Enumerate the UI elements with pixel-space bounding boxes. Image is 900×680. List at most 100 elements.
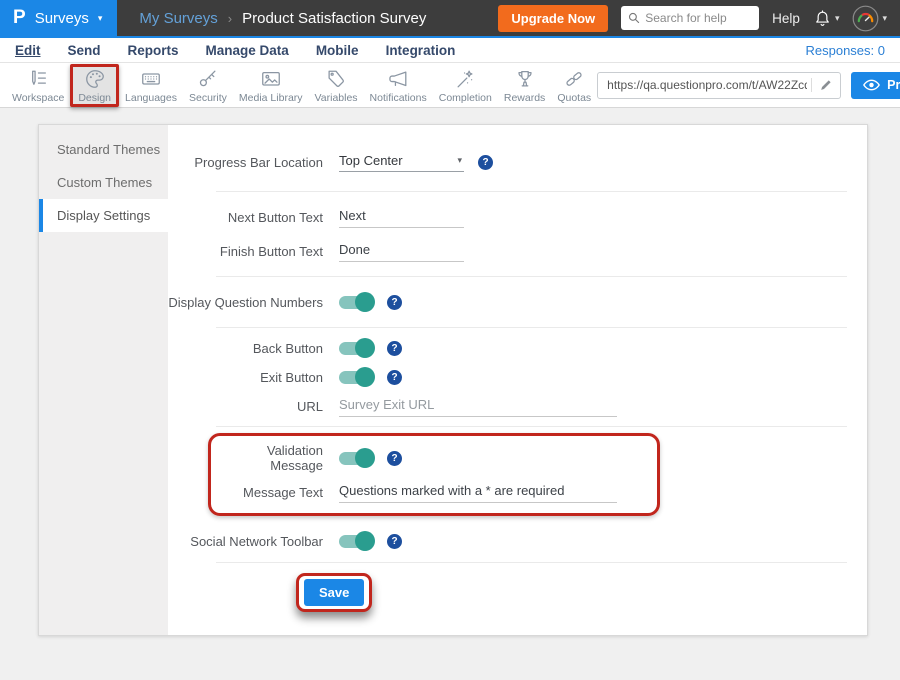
toolbar-label: Rewards <box>504 92 545 104</box>
validation-annotation-box: Validation Message ? Message Text <box>208 433 660 516</box>
eye-icon <box>863 79 880 91</box>
progress-bar-location-select[interactable]: Top Center ▾ <box>339 153 464 172</box>
finish-button-text-input[interactable] <box>339 240 464 262</box>
search-icon <box>628 11 640 25</box>
tab-reports[interactable]: Reports <box>128 43 179 58</box>
toolbar-label: Completion <box>439 92 492 104</box>
chevron-down-icon: ▾ <box>457 156 462 165</box>
breadcrumb: My Surveys › Product Satisfaction Survey <box>139 10 426 27</box>
back-button-label: Back Button <box>168 341 323 356</box>
toolbar-item-quotas[interactable]: Quotas <box>551 65 597 106</box>
bell-icon <box>813 9 832 28</box>
help-icon[interactable]: ? <box>387 295 402 310</box>
product-menu[interactable]: P Surveys ▾ <box>0 0 117 36</box>
survey-url-input[interactable] <box>607 78 807 92</box>
toolbar-item-completion[interactable]: Completion <box>433 65 498 106</box>
help-icon[interactable]: ? <box>387 370 402 385</box>
design-palette-icon <box>84 68 106 90</box>
selected-value: Top Center <box>339 153 403 168</box>
toolbar-label: Design <box>78 92 111 104</box>
help-link[interactable]: Help <box>772 11 800 26</box>
toolbar-label: Languages <box>125 92 177 104</box>
preview-button[interactable]: Preview <box>851 72 900 99</box>
sidebar-item-standard-themes[interactable]: Standard Themes <box>39 133 168 166</box>
exit-url-label: URL <box>168 399 323 414</box>
upgrade-now-button[interactable]: Upgrade Now <box>498 5 608 32</box>
tab-edit[interactable]: Edit <box>15 43 41 58</box>
responses-count[interactable]: Responses: 0 <box>806 43 886 58</box>
validation-message-toggle[interactable] <box>339 452 373 465</box>
message-text-row: Message Text <box>211 480 657 504</box>
account-menu-button[interactable]: ▾ <box>852 5 887 32</box>
exit-url-input[interactable] <box>339 395 617 417</box>
chevron-down-icon: ▾ <box>835 14 840 23</box>
help-search[interactable] <box>621 6 759 30</box>
toolbar-label: Security <box>189 92 227 104</box>
sidebar-item-custom-themes[interactable]: Custom Themes <box>39 166 168 199</box>
preview-label: Preview <box>887 78 900 92</box>
toolbar-item-media-library[interactable]: Media Library <box>233 65 309 106</box>
back-button-toggle[interactable] <box>339 342 373 355</box>
next-button-text-input[interactable] <box>339 206 464 228</box>
social-network-toolbar-toggle[interactable] <box>339 535 373 548</box>
message-text-input[interactable] <box>339 481 617 503</box>
tab-mobile[interactable]: Mobile <box>316 43 359 58</box>
toolbar-label: Variables <box>315 92 358 104</box>
toolbar-item-notifications[interactable]: Notifications <box>364 65 433 106</box>
toolbar-label: Media Library <box>239 92 303 104</box>
magic-wand-icon <box>454 68 476 90</box>
exit-url-row: URL <box>168 394 847 418</box>
trophy-icon <box>514 68 536 90</box>
progress-bar-location-row: Progress Bar Location Top Center ▾ ? <box>168 150 847 174</box>
toggle-knob <box>355 448 375 468</box>
settings-content: Progress Bar Location Top Center ▾ ? Nex… <box>168 125 867 635</box>
validation-message-row: Validation Message ? <box>211 443 657 473</box>
help-icon[interactable]: ? <box>387 534 402 549</box>
tab-integration[interactable]: Integration <box>386 43 456 58</box>
divider <box>216 562 847 563</box>
help-icon[interactable]: ? <box>478 155 493 170</box>
notifications-bell-button[interactable]: ▾ <box>813 9 840 28</box>
toolbar-item-variables[interactable]: Variables <box>309 65 364 106</box>
help-icon[interactable]: ? <box>387 451 402 466</box>
survey-url-field[interactable] <box>597 72 841 99</box>
toolbar-item-rewards[interactable]: Rewards <box>498 65 551 106</box>
toolbar-label: Workspace <box>12 92 64 104</box>
validation-message-label: Validation Message <box>211 443 323 473</box>
display-question-numbers-row: Display Question Numbers ? <box>168 290 847 314</box>
finish-button-text-row: Finish Button Text <box>168 239 847 263</box>
next-button-text-row: Next Button Text <box>168 205 847 229</box>
display-question-numbers-toggle[interactable] <box>339 296 373 309</box>
social-network-toolbar-label: Social Network Toolbar <box>168 534 323 549</box>
toolbar-item-workspace[interactable]: Workspace <box>6 65 70 106</box>
tab-manage-data[interactable]: Manage Data <box>206 43 289 58</box>
breadcrumb-my-surveys[interactable]: My Surveys <box>139 10 217 27</box>
workspace-icon <box>27 68 49 90</box>
edit-url-button[interactable] <box>811 78 833 92</box>
toolbar-item-security[interactable]: Security <box>183 65 233 106</box>
themes-sidebar: Standard Themes Custom Themes Display Se… <box>39 125 168 635</box>
chain-link-icon <box>563 68 585 90</box>
help-icon[interactable]: ? <box>387 341 402 356</box>
finish-button-text-label: Finish Button Text <box>168 244 323 259</box>
pencil-icon <box>819 78 833 92</box>
toolbar-item-design[interactable]: Design <box>70 64 119 107</box>
back-button-row: Back Button ? <box>168 336 847 360</box>
save-button[interactable]: Save <box>304 579 364 606</box>
questionpro-logo-icon: P <box>13 7 26 29</box>
display-question-numbers-label: Display Question Numbers <box>168 295 323 310</box>
megaphone-icon <box>387 68 409 90</box>
chevron-down-icon: ▾ <box>882 14 887 23</box>
toolbar-item-languages[interactable]: Languages <box>119 65 183 106</box>
exit-button-row: Exit Button ? <box>168 365 847 389</box>
sidebar-item-display-settings[interactable]: Display Settings <box>39 199 168 232</box>
exit-button-toggle[interactable] <box>339 371 373 384</box>
toggle-knob <box>355 338 375 358</box>
tab-send[interactable]: Send <box>68 43 101 58</box>
next-button-text-label: Next Button Text <box>168 210 323 225</box>
survey-nav: Edit Send Reports Manage Data Mobile Int… <box>0 38 900 63</box>
save-annotation-box: Save <box>296 573 372 612</box>
breadcrumb-separator-icon: › <box>228 11 232 26</box>
design-toolbar: Workspace Design Languages Security Medi… <box>0 63 900 108</box>
help-search-input[interactable] <box>645 11 752 25</box>
